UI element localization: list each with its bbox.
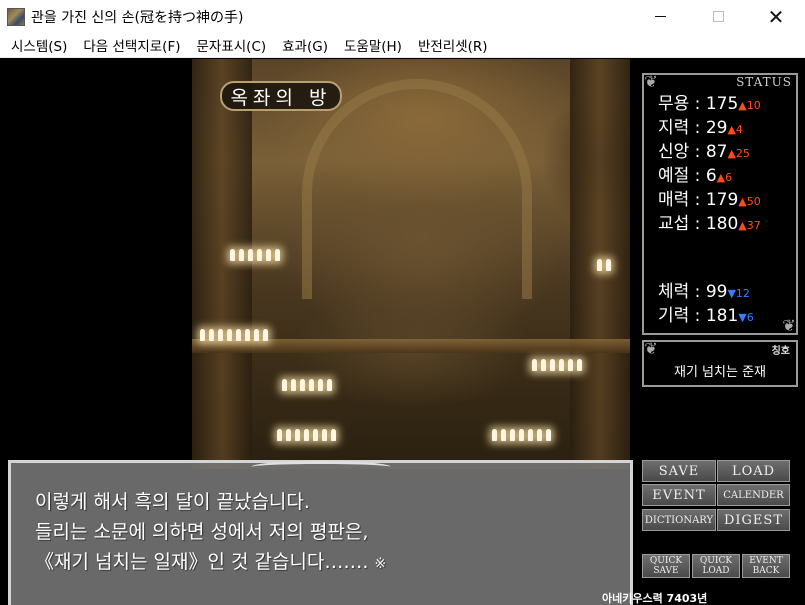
stat-value: 99 — [705, 282, 728, 302]
stat-separator: : — [689, 166, 706, 186]
stat-name: 신앙 — [658, 142, 690, 162]
stat-row-valor: 무용 : 175▲10 — [658, 89, 761, 114]
minimize-icon — [654, 16, 666, 17]
stat-name: 무용 — [658, 94, 690, 114]
stat-name: 체력 — [658, 282, 690, 302]
menu-effects[interactable]: 효과(G) — [274, 35, 336, 55]
chandelier — [200, 329, 268, 341]
maximize-button[interactable] — [689, 0, 747, 33]
stat-change-up: ▲10 — [738, 99, 761, 112]
menu-next-choice[interactable]: 다음 선택지로(F) — [75, 35, 188, 55]
scene-arch — [302, 79, 532, 299]
stat-value: 181 — [705, 306, 739, 326]
event-back-label-2: BACK — [752, 566, 780, 576]
stat-row-stamina: 체력 : 99▼12 — [658, 277, 750, 302]
stat-value: 87 — [705, 142, 728, 162]
dictionary-button[interactable]: DICTIONARY — [642, 509, 716, 531]
stat-change-up: ▲50 — [738, 195, 761, 208]
dialogue-ornament — [251, 461, 391, 473]
quick-load-button[interactable]: QUICK LOAD — [692, 554, 740, 578]
stat-value: 180 — [705, 214, 739, 234]
app-icon — [7, 7, 25, 26]
corner-ornament-icon: ❦ — [644, 339, 658, 358]
status-title: STATUS — [736, 75, 792, 89]
text-cursor-icon: ※ — [374, 556, 387, 572]
menu-system[interactable]: 시스템(S) — [3, 35, 75, 55]
stat-row-intellect: 지력 : 29▲4 — [658, 113, 743, 138]
stat-separator: : — [689, 214, 706, 234]
event-back-label-1: EVENT — [749, 556, 783, 566]
close-button[interactable]: ✕ — [747, 0, 805, 33]
stat-row-charm: 매력 : 179▲50 — [658, 185, 761, 210]
quick-save-label-1: QUICK — [649, 556, 683, 566]
stat-change-down: ▼12 — [727, 287, 750, 300]
stat-value: 6 — [705, 166, 717, 186]
load-button[interactable]: LOAD — [717, 460, 790, 482]
stat-separator: : — [689, 306, 706, 326]
stat-name: 지력 — [658, 118, 690, 138]
chandelier — [230, 249, 280, 261]
quick-save-label-2: SAVE — [653, 566, 679, 576]
location-label: 옥좌의 방 — [220, 81, 342, 111]
quick-save-button[interactable]: QUICK SAVE — [642, 554, 690, 578]
honorific-value: 재기 넘치는 준재 — [674, 365, 766, 380]
dialogue-line: 이렇게 해서 흑의 달이 끝났습니다. — [35, 491, 310, 513]
calendar-date: 아네키우스력 7403년 — [602, 592, 708, 605]
stat-name: 기력 — [658, 306, 690, 326]
dialogue-line-last: 《재기 넘치는 일재》인 것 같습니다……. ※ — [35, 547, 386, 574]
stat-row-negotiation: 교섭 : 180▲37 — [658, 209, 761, 234]
honorific-heading: 칭호 — [771, 346, 790, 357]
dialogue-box[interactable]: 이렇게 해서 흑의 달이 끝났습니다. 들리는 소문에 의하면 성에서 저의 평… — [8, 460, 633, 605]
game-area[interactable]: 옥좌의 방 ❦ ❦ STATUS 무용 : 175▲10 지력 : 29▲4 신… — [0, 59, 805, 605]
quick-load-label-2: LOAD — [702, 566, 730, 576]
corner-ornament-icon: ❦ — [782, 316, 796, 335]
status-panel: ❦ ❦ STATUS 무용 : 175▲10 지력 : 29▲4 신앙 : 87… — [642, 73, 798, 335]
stat-separator: : — [689, 282, 706, 302]
stat-separator: : — [689, 142, 706, 162]
menu-reset[interactable]: 반전리셋(R) — [410, 35, 496, 55]
honorific-panel: ❦ 칭호 재기 넘치는 준재 — [642, 340, 798, 387]
chandelier — [492, 429, 551, 441]
stat-value: 179 — [705, 190, 739, 210]
menu-help[interactable]: 도움말(H) — [336, 35, 410, 55]
stat-change-up: ▲4 — [727, 123, 743, 136]
dialogue-line: 《재기 넘치는 일재》인 것 같습니다……. — [35, 551, 369, 573]
stat-change-up: ▲25 — [727, 147, 750, 160]
digest-button[interactable]: DIGEST — [717, 509, 790, 531]
stat-name: 매력 — [658, 190, 690, 210]
stat-name: 예절 — [658, 166, 690, 186]
dialogue-line: 들리는 소문에 의하면 성에서 저의 평판은, — [35, 521, 369, 543]
save-button[interactable]: SAVE — [642, 460, 716, 482]
stat-separator: : — [689, 190, 706, 210]
stat-change-up: ▲37 — [738, 219, 761, 232]
stat-row-faith: 신앙 : 87▲25 — [658, 137, 750, 162]
scene-background — [192, 59, 630, 469]
window-title: 관을 가진 신의 손(冠を持つ神の手) — [31, 9, 244, 26]
chandelier — [277, 429, 336, 441]
scene-pillar-left — [192, 59, 252, 469]
stat-separator: : — [689, 94, 706, 114]
stat-row-etiquette: 예절 : 6▲6 — [658, 161, 732, 186]
chandelier — [597, 259, 611, 271]
maximize-icon — [712, 11, 724, 22]
minimize-button[interactable] — [631, 0, 689, 33]
close-icon: ✕ — [767, 4, 785, 29]
stat-value: 175 — [705, 94, 739, 114]
scene-cornice — [192, 339, 630, 353]
stat-name: 교섭 — [658, 214, 690, 234]
chandelier — [532, 359, 582, 371]
event-button[interactable]: EVENT — [642, 484, 716, 506]
menu-bar: 시스템(S) 다음 선택지로(F) 문자표시(C) 효과(G) 도움말(H) 반… — [0, 33, 805, 58]
stat-value: 29 — [705, 118, 728, 138]
calender-button[interactable]: CALENDER — [717, 484, 790, 506]
event-back-button[interactable]: EVENT BACK — [742, 554, 790, 578]
stat-change-up: ▲6 — [716, 171, 733, 184]
stat-row-energy: 기력 : 181▼6 — [658, 301, 754, 326]
chandelier — [282, 379, 332, 391]
stat-change-down: ▼6 — [738, 311, 754, 324]
quick-load-label-1: QUICK — [699, 556, 733, 566]
title-bar: 관을 가진 신의 손(冠を持つ神の手) ✕ — [0, 0, 805, 33]
stat-separator: : — [689, 118, 706, 138]
menu-text-display[interactable]: 문자표시(C) — [189, 35, 275, 55]
